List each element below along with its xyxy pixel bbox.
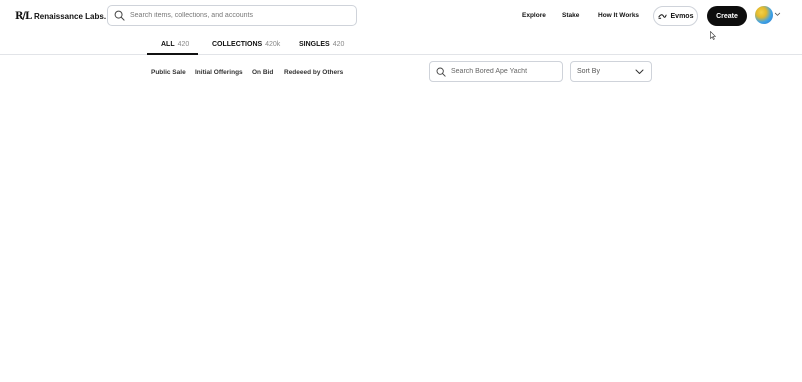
tab-label: COLLECTIONS [212, 41, 263, 48]
tab-collections[interactable]: COLLECTIONS 420k [212, 41, 280, 48]
search-icon [436, 67, 446, 77]
network-label: Evmos [670, 12, 694, 20]
logo[interactable]: R/L Renaissance Labs. [15, 10, 106, 22]
tab-singles[interactable]: SINGLES 420 [299, 41, 344, 48]
sort-dropdown[interactable]: Sort By [570, 61, 652, 82]
evmos-icon [657, 14, 667, 19]
collection-search[interactable] [429, 61, 563, 82]
logo-text: Renaissance Labs. [34, 11, 107, 21]
create-button[interactable]: Create [707, 6, 747, 26]
global-search-input[interactable] [130, 12, 340, 19]
tab-count: 420k [265, 41, 281, 48]
chevron-down-icon [635, 69, 644, 74]
tab-all[interactable]: ALL 420 [161, 41, 189, 48]
network-selector-button[interactable]: Evmos [653, 6, 698, 26]
top-navbar: R/L Renaissance Labs. Explore Stake How … [0, 0, 802, 40]
global-search[interactable] [107, 5, 357, 26]
active-tab-indicator [147, 53, 198, 55]
tab-label: SINGLES [299, 41, 330, 48]
sort-label: Sort By [577, 68, 600, 75]
nav-stake[interactable]: Stake [562, 12, 579, 19]
nav-how-it-works[interactable]: How It Works [598, 12, 639, 19]
filter-initial-offerings[interactable]: Initial Offerings [195, 69, 243, 76]
avatar[interactable] [755, 6, 773, 24]
nav-explore[interactable]: Explore [522, 12, 546, 19]
collection-search-input[interactable] [451, 68, 556, 75]
tab-label: ALL [161, 41, 175, 48]
tab-count: 420 [332, 41, 345, 48]
tab-count: 420 [177, 41, 190, 48]
chevron-down-icon[interactable] [774, 11, 781, 18]
filter-public-sale[interactable]: Public Sale [151, 69, 186, 76]
logo-mark: R/L [15, 10, 32, 22]
search-icon [114, 10, 125, 21]
filter-redeemed-by-others[interactable]: Redeeed by Others [284, 69, 343, 76]
filter-on-bid[interactable]: On Bid [252, 69, 273, 76]
tabs-bar: ALL 420 COLLECTIONS 420k SINGLES 420 [0, 35, 802, 55]
